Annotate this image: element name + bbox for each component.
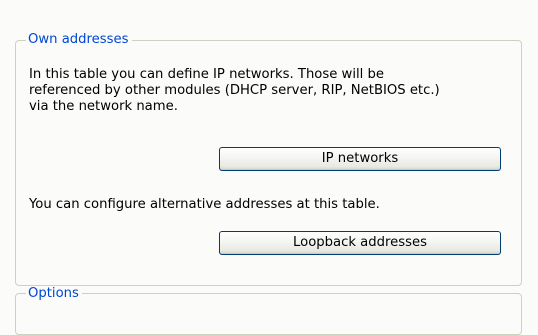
description-line-3: via the network name. — [29, 99, 178, 114]
alternative-addresses-text: You can configure alternative addresses … — [29, 197, 380, 212]
ip-networks-button[interactable]: IP networks — [219, 147, 501, 171]
description-line-1: In this table you can define IP networks… — [29, 67, 385, 82]
own-addresses-legend: Own addresses — [26, 32, 132, 48]
description-line-2: referenced by other modules (DHCP server… — [29, 83, 440, 98]
options-group — [15, 293, 522, 335]
options-legend: Options — [26, 286, 82, 302]
loopback-addresses-button[interactable]: Loopback addresses — [219, 231, 501, 255]
